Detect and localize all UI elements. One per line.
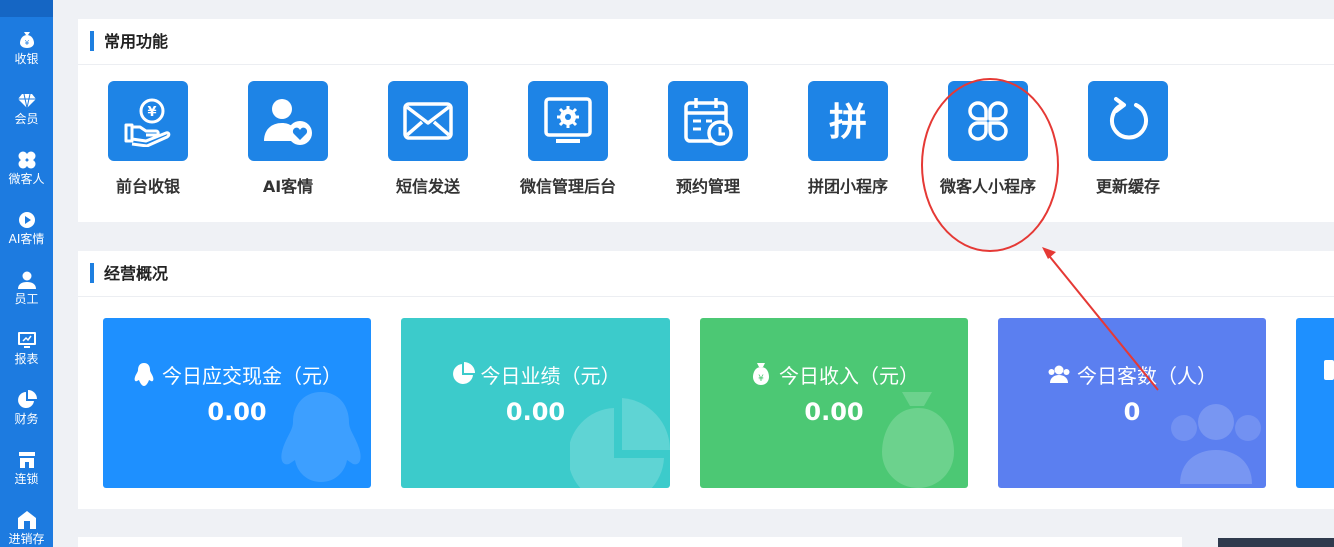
stat-title: 今日业绩（元） xyxy=(401,362,670,388)
cash-hand-icon: ¥ xyxy=(124,98,171,147)
stat-title-text: 今日业绩（元） xyxy=(480,364,621,388)
sidebar-item-inventory[interactable]: 进销存 xyxy=(0,510,53,547)
card-title: 常用功能 xyxy=(104,32,169,51)
refresh-icon xyxy=(1110,97,1148,140)
diamond-icon xyxy=(17,93,36,109)
stat-customers[interactable]: 今日客数（人） 0 xyxy=(998,318,1266,488)
func-tile[interactable] xyxy=(948,81,1028,161)
warehouse-icon xyxy=(17,511,36,529)
partial-stat-icon xyxy=(1324,360,1334,380)
func-tile[interactable]: 拼 xyxy=(808,81,888,161)
calendar-clock-icon xyxy=(684,98,733,146)
svg-text:¥: ¥ xyxy=(758,374,764,384)
func-appointment[interactable]: 预约管理 xyxy=(668,81,748,196)
sidebar-item-member[interactable]: 会员 xyxy=(0,90,53,146)
stat-partial[interactable] xyxy=(1296,318,1334,488)
stat-value: 0.00 xyxy=(207,398,267,426)
money-bag-icon: ¥ xyxy=(753,363,769,385)
card-header: 常用功能 xyxy=(78,19,1334,65)
users-icon xyxy=(1048,365,1070,383)
stat-title: 今日应交现金（元） xyxy=(103,362,371,388)
sidebar-item-label: 员工 xyxy=(14,292,39,306)
sidebar-item-label: AI客情 xyxy=(8,232,45,246)
func-group-buy[interactable]: 拼 拼团小程序 xyxy=(808,81,888,196)
svg-text:¥: ¥ xyxy=(147,105,156,120)
sidebar-item-label: 进销存 xyxy=(8,532,45,546)
stat-title-text: 今日收入（元） xyxy=(779,364,919,388)
pin-character-icon: 拼 xyxy=(829,100,867,144)
bottom-dark-panel xyxy=(1218,538,1334,547)
stat-performance[interactable]: 今日业绩（元） 0.00 xyxy=(401,318,670,488)
func-label: 短信发送 xyxy=(395,177,460,196)
func-tile[interactable] xyxy=(248,81,328,161)
sidebar-item-label: 报表 xyxy=(14,352,39,366)
func-tile[interactable] xyxy=(388,81,468,161)
stat-title: ¥ 今日收入（元） xyxy=(700,362,968,388)
svg-text:¥: ¥ xyxy=(24,39,29,47)
stat-value: 0 xyxy=(1123,398,1141,426)
func-label: 拼团小程序 xyxy=(807,177,888,196)
func-label: 更新缓存 xyxy=(1095,177,1160,196)
sidebar-item-cashier[interactable]: ¥ 收银 xyxy=(0,30,53,86)
sidebar-item-ai[interactable]: AI客情 xyxy=(0,210,53,266)
user-heart-icon xyxy=(264,99,312,145)
sidebar-item-label: 财务 xyxy=(14,412,39,426)
sidebar-item-report[interactable]: 报表 xyxy=(0,330,53,386)
stat-title-text: 今日应交现金（元） xyxy=(162,364,342,388)
func-tile[interactable] xyxy=(528,81,608,161)
penguin-icon xyxy=(134,363,154,386)
pie-chart-icon xyxy=(17,390,37,408)
svg-text:拼: 拼 xyxy=(829,100,867,144)
play-icon xyxy=(18,212,35,228)
stat-income[interactable]: ¥ 今日收入（元） 0.00 xyxy=(700,318,968,488)
func-tile[interactable]: ¥ xyxy=(108,81,188,161)
func-tile[interactable] xyxy=(1088,81,1168,161)
store-icon xyxy=(18,452,35,468)
title-accent-bar xyxy=(90,263,94,283)
func-front-cashier[interactable]: ¥ 前台收银 xyxy=(108,81,188,196)
sidebar-item-chain[interactable]: 连锁 xyxy=(0,450,53,506)
sidebar-item-label: 会员 xyxy=(14,112,39,126)
func-tile[interactable] xyxy=(668,81,748,161)
card-header: 经营概况 xyxy=(78,251,1334,297)
func-label: 预约管理 xyxy=(675,177,740,196)
sidebar-item-finance[interactable]: 财务 xyxy=(0,390,53,446)
func-wechat-admin[interactable]: 微信管理后台 xyxy=(520,81,616,196)
func-sms[interactable]: 短信发送 xyxy=(388,81,468,196)
stat-value: 0.00 xyxy=(804,398,864,426)
func-refresh-cache[interactable]: 更新缓存 xyxy=(1088,81,1168,196)
stat-title: 今日客数（人） xyxy=(998,362,1266,388)
sidebar-top-strip xyxy=(0,0,53,17)
sidebar-item-weikeren[interactable]: 微客人 xyxy=(0,150,53,206)
func-label: 微信管理后台 xyxy=(519,177,616,196)
sidebar-item-staff[interactable]: 员工 xyxy=(0,270,53,326)
func-ai-customer[interactable]: AI客情 xyxy=(248,81,328,196)
clover-icon xyxy=(18,151,35,169)
monitor-gear-icon xyxy=(544,97,592,143)
person-icon xyxy=(17,271,36,289)
stat-cash-due[interactable]: 今日应交现金（元） 0.00 xyxy=(103,318,371,488)
pie-chart-icon xyxy=(452,362,475,384)
envelope-icon xyxy=(403,102,453,140)
monitor-icon xyxy=(17,332,36,348)
sidebar-item-label: 收银 xyxy=(14,52,39,66)
bottom-card xyxy=(78,537,1182,547)
sidebar: ¥ 收银 会员 微客人 AI客情 员工 报表 财务 连锁 进销存 xyxy=(0,0,53,547)
stat-title-text: 今日客数（人） xyxy=(1077,364,1217,388)
sidebar-item-label: 连锁 xyxy=(14,472,39,486)
func-weikeren-mini[interactable]: 微客人小程序 xyxy=(940,81,1036,196)
title-accent-bar xyxy=(90,31,94,51)
func-label: 微客人小程序 xyxy=(939,177,1036,196)
card-title: 经营概况 xyxy=(104,264,169,283)
money-bag-icon: ¥ xyxy=(19,32,34,48)
clover-icon xyxy=(968,101,1008,141)
func-label: AI客情 xyxy=(262,177,314,196)
stat-value: 0.00 xyxy=(505,398,566,426)
func-label: 前台收银 xyxy=(115,177,180,196)
sidebar-item-label: 微客人 xyxy=(8,172,45,186)
